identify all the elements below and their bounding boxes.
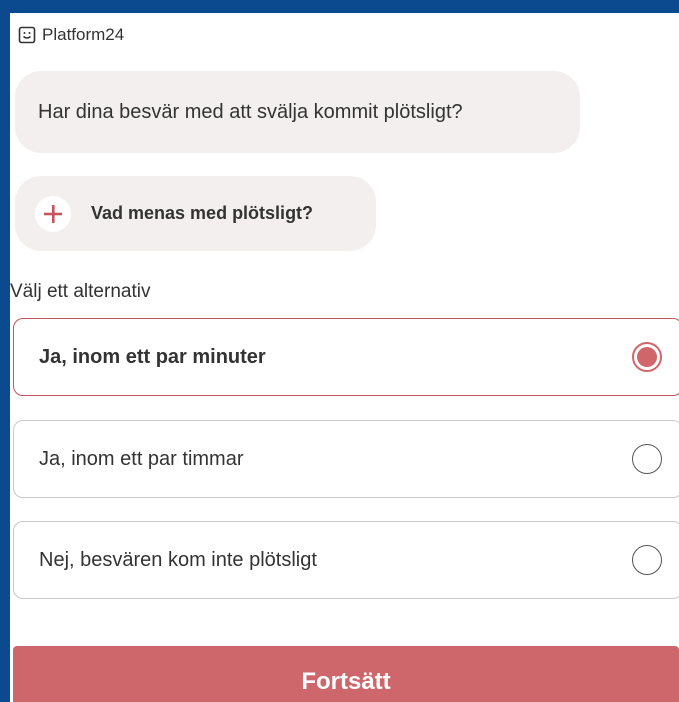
question-text: Har dina besvär med att svälja kommit pl…: [38, 100, 463, 123]
info-expand-button[interactable]: Vad menas med plötsligt?: [15, 176, 376, 251]
option-label: Nej, besvären kom inte plötsligt: [39, 548, 317, 571]
brand-header: Platform24: [18, 25, 124, 45]
choose-label: Välj ett alternativ: [10, 281, 151, 302]
window-frame-top: [0, 0, 679, 13]
question-bubble: Har dina besvär med att svälja kommit pl…: [15, 71, 580, 153]
option-hours[interactable]: Ja, inom ett par timmar: [13, 420, 679, 498]
radio-unselected[interactable]: [632, 545, 662, 575]
option-label: Ja, inom ett par minuter: [39, 345, 266, 368]
option-not-sudden[interactable]: Nej, besvären kom inte plötsligt: [13, 521, 679, 599]
chat-content: Platform24 Har dina besvär med att svälj…: [10, 13, 679, 702]
brand-name: Platform24: [42, 25, 125, 44]
option-minutes[interactable]: Ja, inom ett par minuter: [13, 318, 679, 396]
info-label: Vad menas med plötsligt?: [91, 203, 314, 223]
radio-unselected[interactable]: [632, 444, 662, 474]
plus-icon: [35, 195, 71, 232]
window-frame-left: [0, 0, 10, 702]
smiley-chat-icon: [18, 26, 36, 44]
radio-selected[interactable]: [632, 342, 662, 372]
continue-button[interactable]: Fortsätt: [13, 646, 679, 702]
option-label: Ja, inom ett par timmar: [39, 447, 244, 470]
radio-dot: [637, 347, 657, 367]
